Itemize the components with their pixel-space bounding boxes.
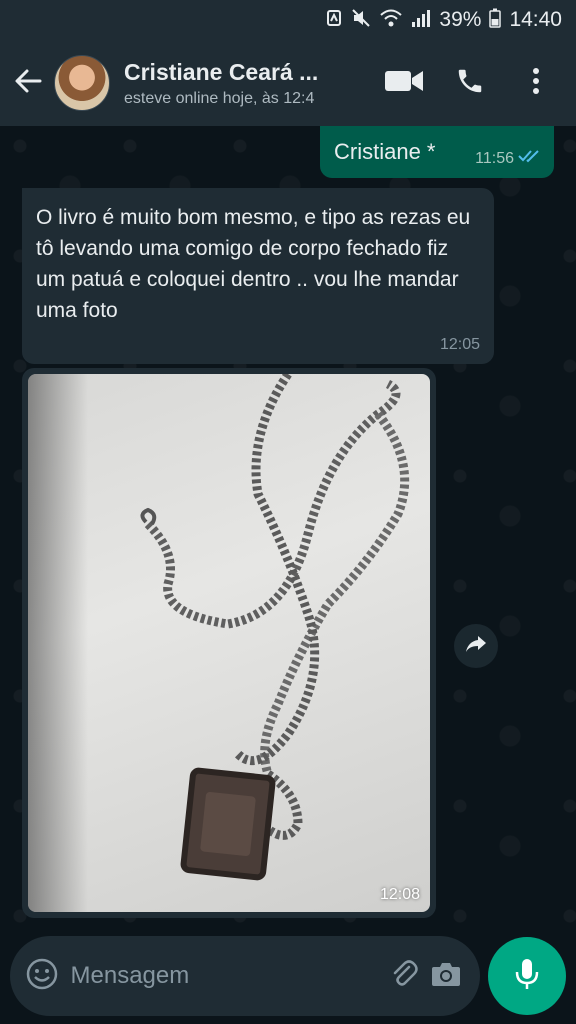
voice-call-button[interactable] (446, 59, 494, 107)
contact-info[interactable]: Cristiane Ceará ... esteve online hoje, … (124, 59, 342, 108)
signal-icon (411, 8, 431, 33)
voice-message-button[interactable] (488, 937, 566, 1015)
battery-icon (489, 8, 502, 33)
avatar[interactable] (54, 55, 110, 111)
back-arrow-icon (14, 67, 42, 100)
message-input[interactable] (70, 962, 381, 990)
message-text: Cristiane * (334, 139, 436, 164)
battery-percent: 39% (439, 8, 482, 31)
wifi-icon (379, 8, 403, 33)
forward-icon (464, 634, 488, 659)
photo[interactable]: 12:08 (28, 374, 430, 912)
attach-button[interactable] (387, 954, 423, 998)
clock: 14:40 (509, 8, 562, 31)
back-button[interactable] (2, 57, 54, 109)
message-incoming[interactable]: O livro é muito bom mesmo, e tipo as rez… (22, 188, 494, 364)
necklace-photo (140, 374, 410, 881)
forward-button[interactable] (454, 624, 498, 668)
more-vert-icon (532, 67, 540, 100)
message-time: 11:56 (475, 150, 514, 167)
camera-button[interactable] (428, 954, 464, 998)
more-options-button[interactable] (512, 59, 560, 107)
attach-icon (389, 959, 419, 994)
video-call-icon (384, 69, 424, 98)
message-time: 12:08 (379, 886, 420, 903)
video-call-button[interactable] (380, 59, 428, 107)
status-bar: 39% 14:40 (0, 0, 576, 40)
message-time: 12:05 (439, 336, 480, 353)
phone-icon (455, 66, 485, 101)
camera-icon (430, 960, 462, 993)
chat-header: Cristiane Ceará ... esteve online hoje, … (0, 40, 576, 126)
message-text: O livro é muito bom mesmo, e tipo as rez… (36, 206, 471, 322)
read-ticks-icon (518, 149, 542, 168)
nfc-icon (325, 9, 343, 32)
message-outgoing[interactable]: Cristiane * 11:56 (320, 126, 554, 178)
last-seen: esteve online hoje, às 12:4 (124, 89, 315, 107)
emoji-button[interactable] (26, 956, 59, 996)
emoji-icon (26, 958, 58, 995)
contact-name: Cristiane Ceará ... (124, 58, 319, 85)
message-composer (10, 936, 480, 1016)
mute-icon (351, 8, 371, 33)
mic-icon (514, 957, 540, 996)
message-image[interactable]: 12:08 (22, 368, 436, 918)
chat-area[interactable]: Cristiane * 11:56 O livro é muito bom me… (0, 126, 576, 936)
